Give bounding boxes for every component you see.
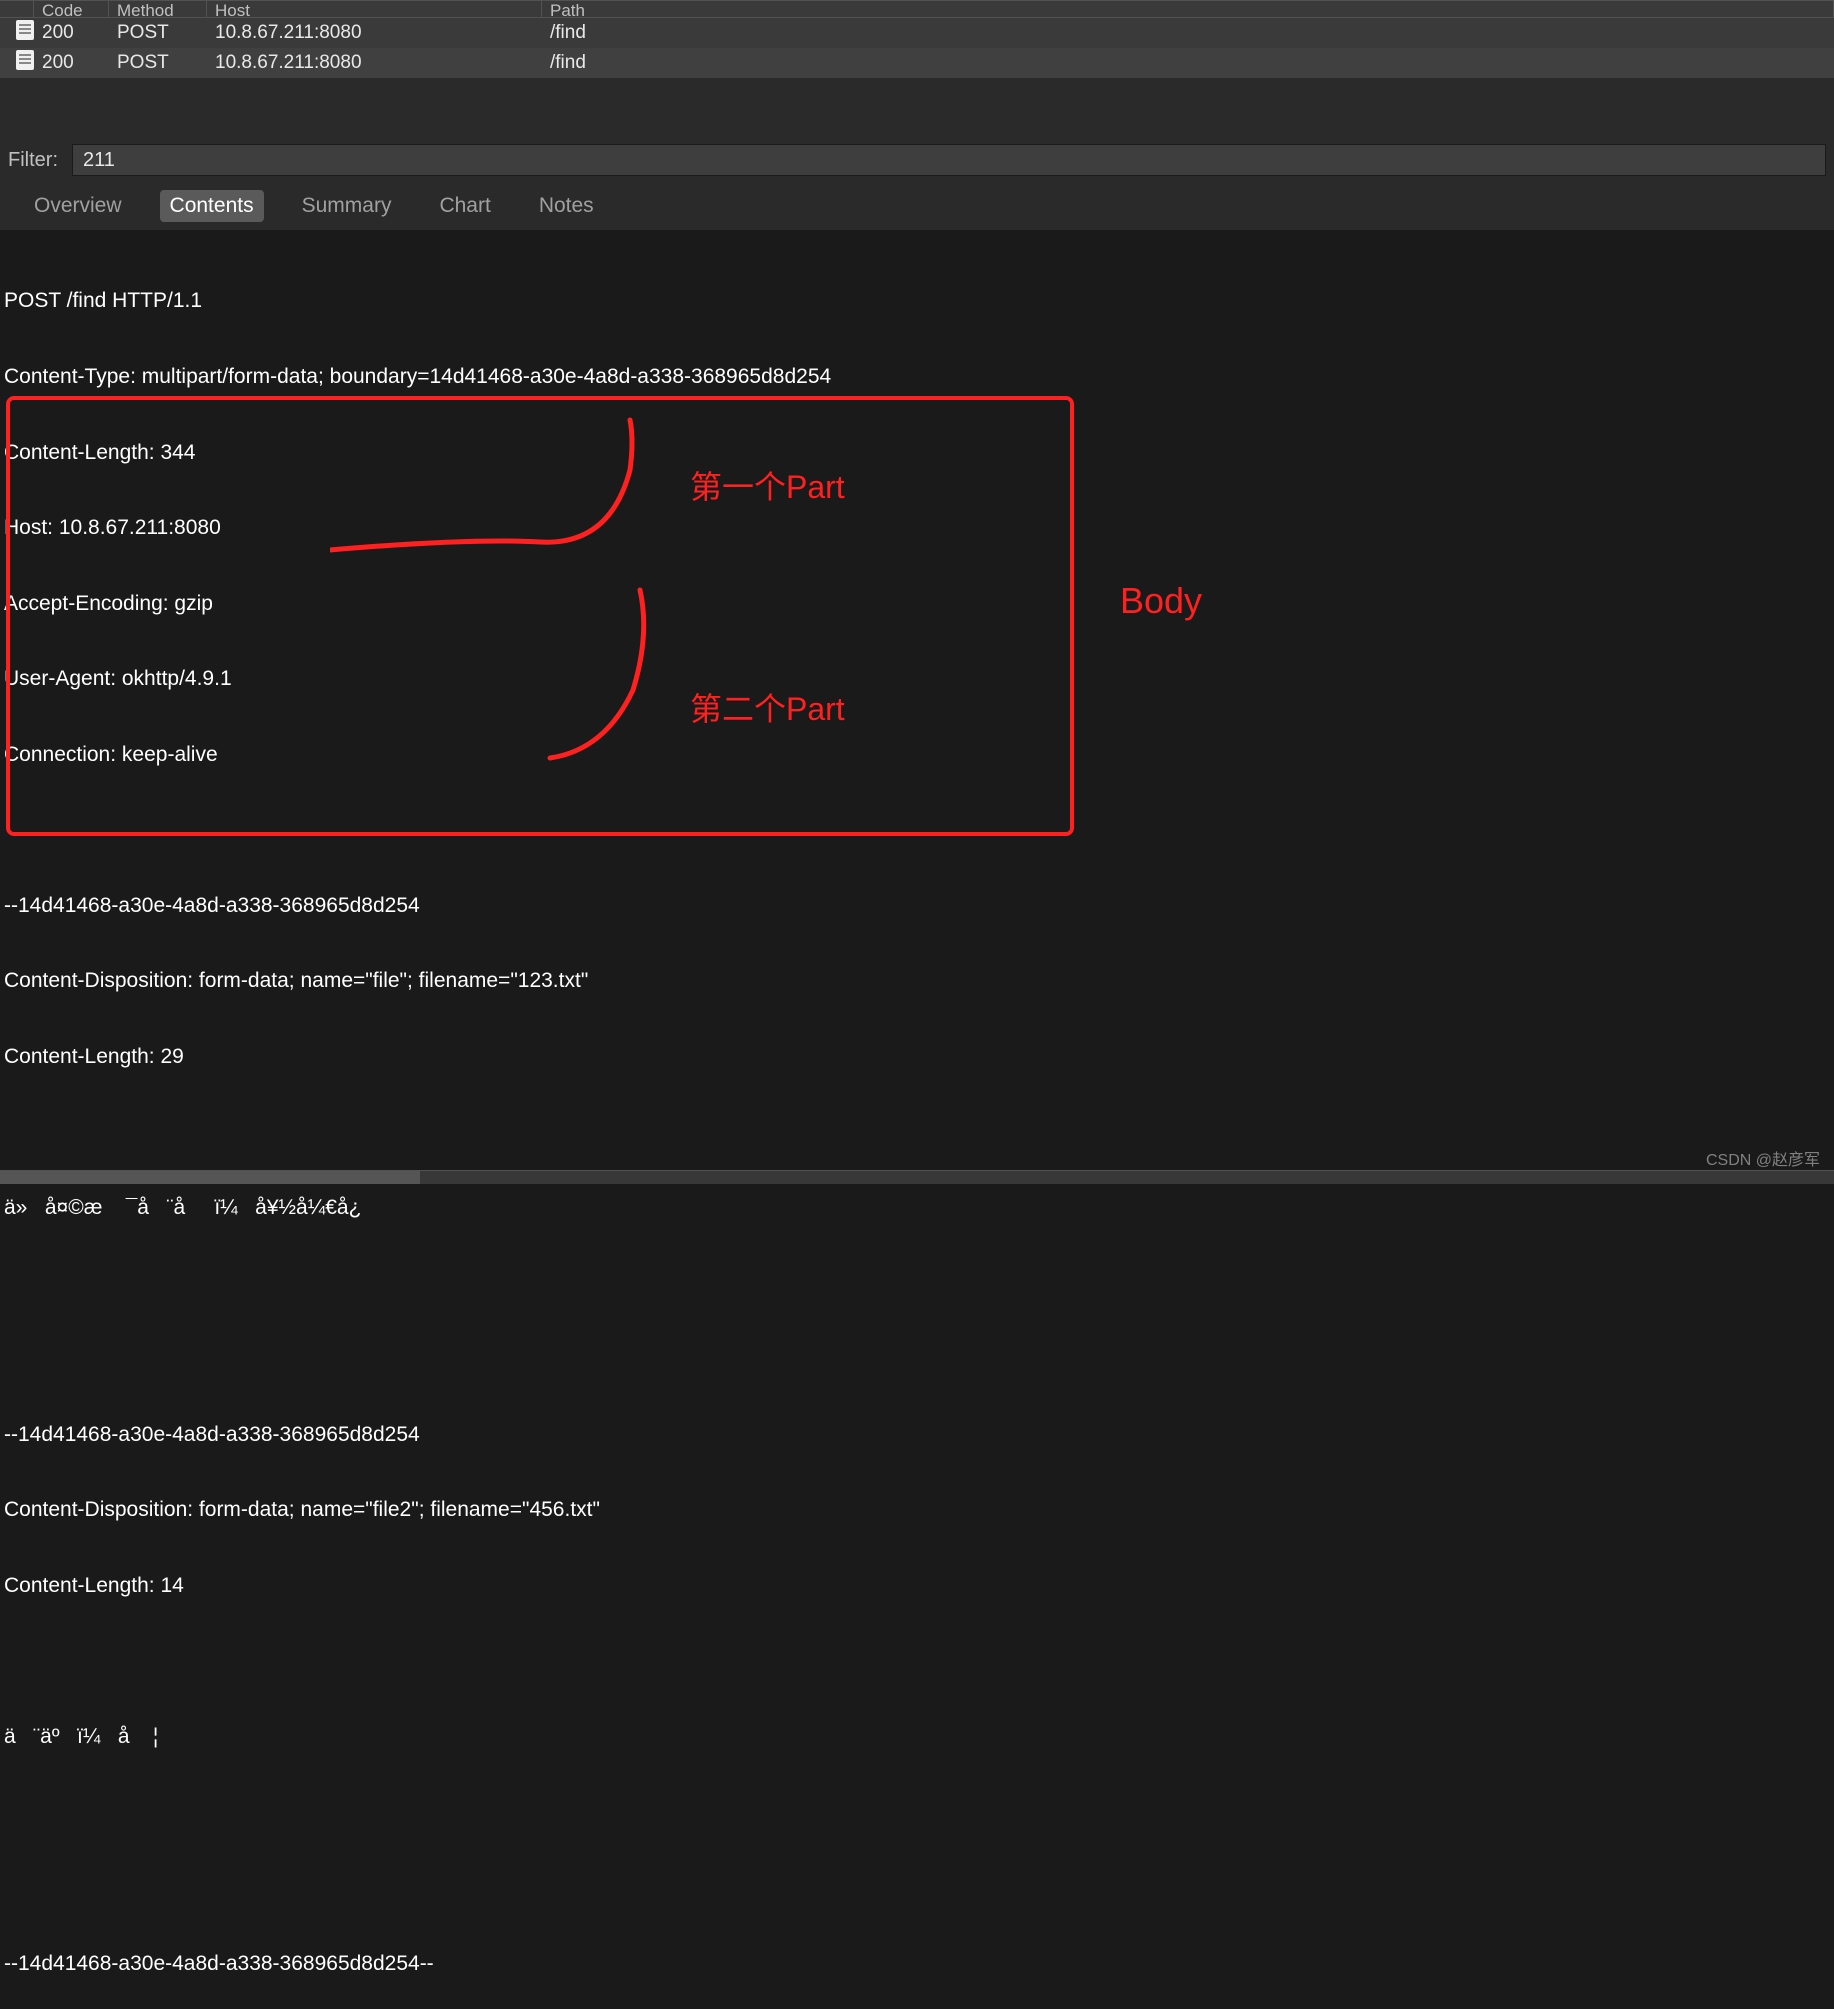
col-path-header[interactable]: Path: [542, 1, 1834, 17]
col-icon-header[interactable]: [0, 1, 34, 17]
watermark: CSDN @赵彦军: [1706, 1146, 1820, 1170]
col-method-header[interactable]: Method: [109, 1, 207, 17]
blank-line: [4, 817, 1830, 842]
blank-line: [4, 1346, 1830, 1371]
body-data: ä ¨äº ï¼ å ¦: [4, 1724, 1830, 1749]
content-panel[interactable]: POST /find HTTP/1.1 Content-Type: multip…: [0, 230, 1834, 2009]
blank-line: [4, 1800, 1830, 1825]
part-content-length: Content-Length: 29: [4, 1044, 1830, 1069]
table-row[interactable]: 200 POST 10.8.67.211:8080 /find: [0, 48, 1834, 78]
doc-icon: [0, 50, 34, 76]
tab-contents[interactable]: Contents: [160, 190, 264, 222]
content-disposition: Content-Disposition: form-data; name="fi…: [4, 1497, 1830, 1522]
header-content-length: Content-Length: 344: [4, 440, 1830, 465]
request-line: POST /find HTTP/1.1: [4, 288, 1830, 313]
filter-label: Filter:: [8, 149, 58, 172]
boundary-end-line: --14d41468-a30e-4a8d-a338-368965d8d254--: [4, 1951, 1830, 1976]
bottom-scrollbar[interactable]: [0, 1170, 1834, 1184]
table-header: Code Method Host Path: [0, 0, 1834, 18]
filter-section: Filter:: [0, 138, 1834, 182]
tab-overview[interactable]: Overview: [24, 190, 132, 222]
body-data: ä» å¤©æ ¯å ¨å ï¼ å¥½å¼€å¿: [4, 1195, 1830, 1220]
blank-line: [4, 1875, 1830, 1900]
cell-path: /find: [542, 22, 1834, 44]
tabs: Overview Contents Summary Chart Notes: [0, 182, 1834, 230]
header-connection: Connection: keep-alive: [4, 742, 1830, 767]
col-code-header[interactable]: Code: [34, 1, 109, 17]
cell-method: POST: [109, 52, 207, 74]
boundary-line: --14d41468-a30e-4a8d-a338-368965d8d254: [4, 893, 1830, 918]
blank-line: [4, 1271, 1830, 1296]
boundary-line: --14d41468-a30e-4a8d-a338-368965d8d254: [4, 1422, 1830, 1447]
scrollbar-thumb[interactable]: [0, 1171, 420, 1184]
tab-notes[interactable]: Notes: [529, 190, 604, 222]
header-content-type: Content-Type: multipart/form-data; bound…: [4, 364, 1830, 389]
header-user-agent: User-Agent: okhttp/4.9.1: [4, 666, 1830, 691]
blank-line: [4, 1120, 1830, 1145]
header-accept-encoding: Accept-Encoding: gzip: [4, 591, 1830, 616]
blank-line: [4, 1649, 1830, 1674]
cell-code: 200: [34, 22, 109, 44]
content-disposition: Content-Disposition: form-data; name="fi…: [4, 968, 1830, 993]
doc-icon: [0, 20, 34, 46]
tab-chart[interactable]: Chart: [429, 190, 500, 222]
cell-host: 10.8.67.211:8080: [207, 22, 542, 44]
cell-path: /find: [542, 52, 1834, 74]
cell-method: POST: [109, 22, 207, 44]
request-table: Code Method Host Path 200 POST 10.8.67.2…: [0, 0, 1834, 78]
header-host: Host: 10.8.67.211:8080: [4, 515, 1830, 540]
cell-host: 10.8.67.211:8080: [207, 52, 542, 74]
cell-code: 200: [34, 52, 109, 74]
table-row[interactable]: 200 POST 10.8.67.211:8080 /find: [0, 18, 1834, 48]
col-host-header[interactable]: Host: [207, 1, 542, 17]
part-content-length: Content-Length: 14: [4, 1573, 1830, 1598]
tab-summary[interactable]: Summary: [292, 190, 402, 222]
filter-input[interactable]: [72, 144, 1826, 176]
